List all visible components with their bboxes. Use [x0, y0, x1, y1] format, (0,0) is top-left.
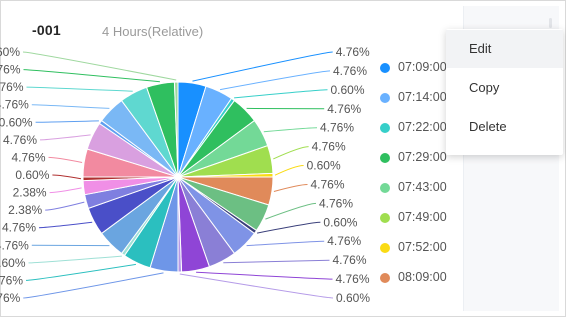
pie-leader-line	[220, 70, 331, 91]
pie-slice-label: 4.76%	[327, 102, 361, 116]
pie-slice-label: 0.60%	[323, 215, 357, 229]
pie-slice-label: 4.76%	[320, 121, 354, 135]
pie-leader-line	[49, 187, 82, 194]
pie-leader-line	[263, 127, 318, 133]
pie-leader-line	[273, 146, 309, 160]
pie-slice-label: 4.76%	[312, 140, 346, 154]
pie-leader-line	[265, 202, 317, 220]
pie-slice-label: 4.76%	[327, 234, 361, 248]
menu-item-edit[interactable]: Edit	[446, 30, 563, 68]
legend-label: 07:29:00	[398, 150, 447, 164]
menu-item-copy[interactable]: Copy	[446, 69, 563, 107]
legend-label: 07:09:00	[398, 60, 447, 74]
pie-leader-line	[38, 221, 93, 229]
legend-label: 07:43:00	[398, 180, 447, 194]
menu-item-delete[interactable]: Delete	[446, 108, 563, 146]
pie-slice-label: 4.76%	[0, 63, 21, 77]
pie-slice-label: 4.76%	[333, 64, 367, 78]
legend-item[interactable]: 07:49:00	[380, 210, 460, 230]
pie-slice-label: 0.60%	[0, 256, 26, 270]
legend-color-dot	[380, 273, 390, 283]
widget-context-menu: Edit Copy Delete	[446, 29, 563, 155]
legend-label: 07:49:00	[398, 210, 447, 224]
pie-leader-line	[223, 259, 330, 264]
pie-leader-line	[196, 271, 333, 280]
pie-slice-label: 0.60%	[331, 83, 365, 97]
pie-slice-label: 0.60%	[307, 159, 341, 173]
pie-leader-line	[31, 104, 110, 109]
pie-leader-line	[246, 240, 325, 247]
pie-slice-label: 4.76%	[0, 291, 21, 305]
pie-slice-label: 4.76%	[336, 272, 370, 286]
legend-item[interactable]: 08:09:00	[380, 270, 460, 290]
pie-slice-label: 4.76%	[0, 80, 24, 94]
pie-slice-label: 0.60%	[336, 291, 370, 305]
pie-leader-line	[179, 273, 334, 299]
pie-leader-line	[25, 263, 136, 281]
pie-leader-line	[26, 86, 133, 92]
pie-slice-label: 4.76%	[0, 238, 29, 252]
legend-item[interactable]: 07:43:00	[380, 180, 460, 200]
pie-leader-line	[48, 156, 83, 163]
pie-leader-line	[273, 184, 308, 192]
pie-leader-line	[274, 165, 304, 176]
pie-leader-line	[28, 255, 122, 264]
pie-slice-label: 0.60%	[0, 45, 20, 59]
pie-leader-line	[39, 134, 91, 141]
legend-color-dot	[380, 153, 390, 163]
legend-label: 07:14:00	[398, 90, 447, 104]
pie-leader-line	[192, 51, 333, 82]
pie-slice-label: 2.38%	[8, 203, 42, 217]
pie-slice-label: 4.76%	[0, 273, 23, 287]
menu-item-delete-label: Delete	[469, 119, 507, 134]
pie-slice-label: 4.76%	[333, 253, 367, 267]
pie-leader-line	[45, 201, 85, 211]
pie-leader-line	[23, 272, 164, 299]
pie-slice-label: 0.60%	[0, 115, 33, 129]
pie-slice-label: 4.76%	[311, 178, 345, 192]
legend-color-dot	[380, 93, 390, 103]
pie-slice-label: 4.76%	[2, 221, 36, 235]
pie-slice-label: 4.76%	[11, 150, 45, 164]
legend-color-dot	[380, 213, 390, 223]
legend-label: 07:22:00	[398, 120, 447, 134]
menu-item-edit-label: Edit	[469, 41, 492, 56]
pie-leader-line	[23, 69, 160, 83]
pie-leader-line	[52, 174, 82, 180]
pie-slice-label: 4.76%	[3, 133, 37, 147]
pie-slice-label: 4.76%	[319, 196, 353, 210]
legend-color-dot	[380, 183, 390, 193]
pie-slice-label: 4.76%	[0, 98, 29, 112]
pie-slice-label: 2.38%	[13, 186, 47, 200]
pie-leader-line	[257, 221, 321, 234]
pie-leader-line	[35, 120, 99, 123]
pie-slice-label: 4.76%	[336, 45, 370, 59]
legend-color-dot	[380, 243, 390, 253]
legend-label: 08:09:00	[398, 270, 447, 284]
legend-label: 07:52:00	[398, 240, 447, 254]
legend-item[interactable]: 07:52:00	[380, 240, 460, 260]
legend-color-dot	[380, 63, 390, 73]
pie-slice-label: 0.60%	[15, 168, 49, 182]
pie-leader-line	[234, 89, 328, 99]
legend-color-dot	[380, 123, 390, 133]
menu-item-copy-label: Copy	[469, 80, 500, 95]
